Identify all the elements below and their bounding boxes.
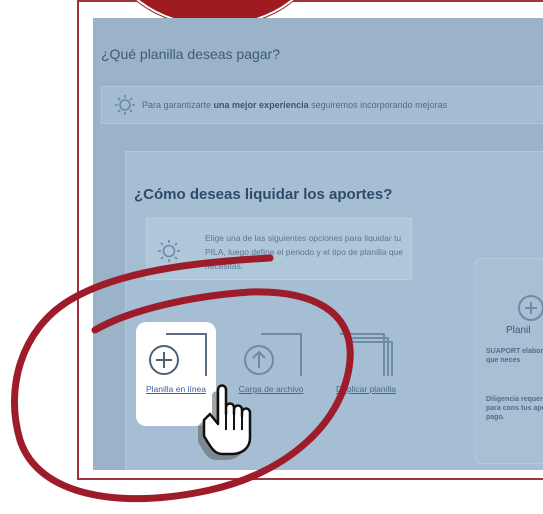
card-title: ¿Cómo deseas liquidar los aportes? (134, 186, 393, 203)
instructions-box: Elige una de las siguientes opciones par… (146, 218, 412, 280)
banner-text: Para garantizarte una mejor experiencia … (142, 100, 448, 110)
duplicate-document-icon (340, 333, 393, 376)
info-banner: Para garantizarte una mejor experiencia … (101, 86, 543, 124)
upload-document-icon (244, 333, 302, 376)
page-question: ¿Qué planilla deseas pagar? (101, 46, 281, 62)
sun-icon (115, 95, 135, 115)
app-screen: ¿Qué planilla deseas pagar? Para garanti… (93, 18, 543, 470)
plus-document-icon (149, 333, 207, 376)
option-label: Duplicar planilla (335, 384, 396, 394)
sun-icon (158, 240, 180, 262)
right-card-title: Planil (506, 325, 531, 336)
online-planilla-card[interactable]: Planil SUAPORT elaboració que neces Dili… (475, 258, 543, 464)
plus-circle-icon (518, 295, 543, 321)
pointer-hand-icon (198, 384, 252, 460)
instructions-text: Elige una de las siguientes opciones par… (205, 233, 404, 271)
right-card-description: SUAPORT elaboració que neces (486, 348, 543, 364)
option-duplicar-planilla[interactable]: Duplicar planilla (326, 322, 406, 426)
right-card-description-2: Diligencia requerido para cons tus aport… (486, 396, 543, 421)
